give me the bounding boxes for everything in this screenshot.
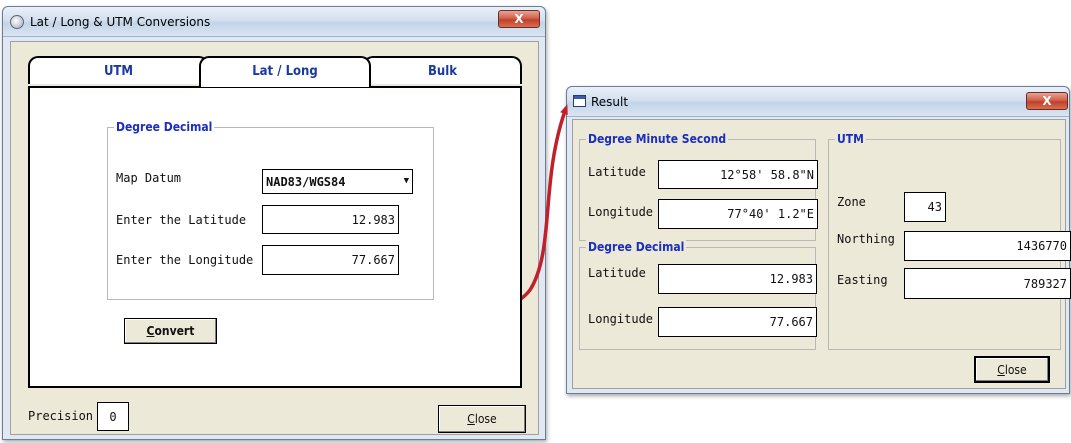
- dd-longitude-value: 77.667: [769, 315, 813, 329]
- northing-field: 1436770: [904, 231, 1071, 261]
- tab-lat-long[interactable]: Lat / Long: [199, 56, 371, 87]
- degree-decimal-group: Degree Decimal Map Datum NAD83/WGS84 ▼ E…: [107, 120, 434, 300]
- easting-value: 789327: [1023, 276, 1067, 291]
- dms-group-title: Degree Minute Second: [586, 132, 729, 146]
- dd-group-title: Degree Decimal: [586, 240, 687, 254]
- result-window-close-icon[interactable]: X: [1026, 92, 1068, 110]
- precision-input[interactable]: 0: [97, 402, 129, 431]
- precision-value: 0: [109, 409, 117, 424]
- longitude-input-value: 77.667: [351, 253, 395, 267]
- lat-long-tab-page: Degree Decimal Map Datum NAD83/WGS84 ▼ E…: [28, 86, 522, 388]
- main-window-title: Lat / Long & UTM Conversions: [30, 15, 211, 29]
- utm-group-title: UTM: [835, 132, 866, 146]
- result-close-mnemonic: C: [997, 362, 1005, 377]
- longitude-label: Enter the Longitude: [116, 253, 254, 267]
- degree-decimal-group-title: Degree Decimal: [114, 120, 215, 134]
- dd-longitude-label: Longitude: [588, 312, 654, 326]
- main-window: Lat / Long & UTM Conversions X UTM Lat /…: [2, 6, 546, 440]
- convert-mnemonic: C: [146, 324, 155, 338]
- result-client-area: Degree Minute Second Latitude 12°58' 58.…: [572, 119, 1071, 389]
- utm-group: UTM Zone 43 Northing 1436770 Easting 789…: [828, 132, 1071, 350]
- main-window-close-icon[interactable]: X: [498, 10, 540, 28]
- result-titlebar[interactable]: Result X: [567, 87, 1069, 117]
- map-datum-value: NAD83/WGS84: [266, 174, 346, 189]
- convert-label-rest: onvert: [154, 324, 195, 338]
- dms-longitude-value: 77°40' 1.2"E: [727, 207, 814, 221]
- result-window-title: Result: [591, 95, 629, 109]
- dropdown-arrow-icon[interactable]: ▼: [404, 176, 409, 186]
- dms-latitude-value: 12°58' 58.8"N: [720, 167, 814, 182]
- northing-label: Northing: [837, 232, 895, 246]
- dms-longitude-field: 77°40' 1.2"E: [658, 199, 818, 229]
- zone-label: Zone: [837, 195, 866, 209]
- dd-group: Degree Decimal Latitude 12.983 Longitude…: [579, 240, 817, 350]
- longitude-input[interactable]: 77.667: [262, 245, 399, 275]
- dms-group: Degree Minute Second Latitude 12°58' 58.…: [579, 132, 818, 241]
- map-datum-label: Map Datum: [116, 171, 182, 185]
- easting-label: Easting: [837, 273, 888, 287]
- northing-value: 1436770: [1016, 239, 1067, 253]
- dms-longitude-label: Longitude: [588, 205, 654, 219]
- dd-longitude-field: 77.667: [658, 307, 817, 337]
- dd-latitude-value: 12.983: [769, 272, 813, 286]
- main-close-label-rest: lose: [474, 412, 497, 426]
- result-window-icon: [573, 95, 586, 107]
- main-client-area: UTM Lat / Long Bulk Degree Decimal Map D…: [10, 41, 539, 435]
- main-close-mnemonic: C: [467, 412, 475, 426]
- latitude-label: Enter the Latitude: [116, 213, 247, 227]
- tab-utm-label: UTM: [103, 64, 134, 79]
- latitude-input-value: 12.983: [351, 212, 395, 227]
- zone-field: 43: [904, 192, 946, 222]
- tab-utm[interactable]: UTM: [28, 56, 209, 84]
- latitude-input[interactable]: 12.983: [262, 205, 399, 234]
- tab-lat-long-label: Lat / Long: [252, 64, 318, 79]
- precision-label: Precision: [28, 409, 94, 423]
- main-close-button[interactable]: Close: [438, 405, 526, 433]
- tab-bulk-label: Bulk: [427, 64, 458, 79]
- dms-latitude-field: 12°58' 58.8"N: [658, 160, 818, 189]
- easting-field: 789327: [904, 268, 1071, 299]
- result-close-button[interactable]: Close: [974, 356, 1050, 383]
- dms-latitude-label: Latitude: [588, 165, 646, 179]
- result-window: Result X Degree Minute Second Latitude 1…: [566, 86, 1071, 394]
- tab-bulk[interactable]: Bulk: [363, 56, 522, 84]
- app-icon: [10, 15, 24, 29]
- result-close-label-rest: lose: [1004, 362, 1027, 377]
- map-datum-select[interactable]: NAD83/WGS84 ▼: [262, 169, 413, 194]
- dd-latitude-field: 12.983: [658, 264, 817, 294]
- dd-latitude-label: Latitude: [588, 266, 646, 280]
- zone-value: 43: [927, 200, 942, 214]
- main-titlebar[interactable]: Lat / Long & UTM Conversions X: [3, 7, 545, 37]
- convert-button[interactable]: Convert: [124, 318, 217, 344]
